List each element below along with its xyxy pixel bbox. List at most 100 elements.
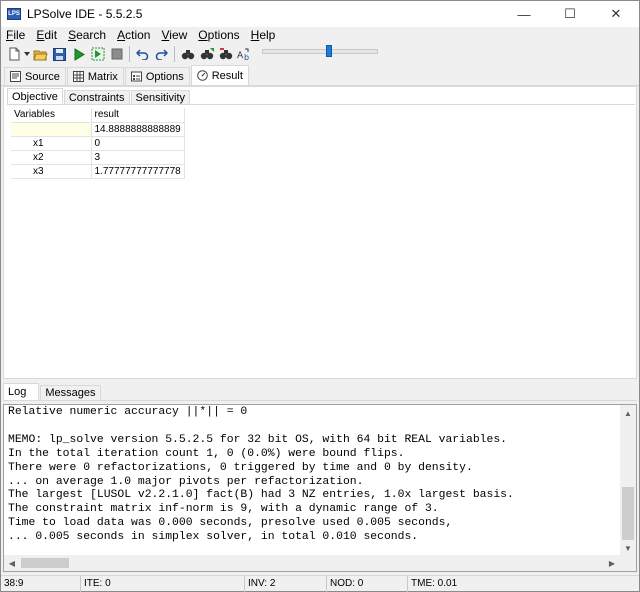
toolbar: Ab <box>1 43 639 65</box>
main-tab-bar: Source Matrix Options Result <box>1 65 639 86</box>
variable-value-cell[interactable]: 3 <box>91 150 185 165</box>
menu-options-mnemonic: O <box>198 28 208 42</box>
result-panel: Objective Constraints Sensitivity Variab… <box>3 86 637 379</box>
status-inv: INV: 2 <box>245 575 327 592</box>
vertical-scrollbar[interactable]: ▲ ▼ <box>620 405 636 556</box>
tab-matrix[interactable]: Matrix <box>66 67 124 85</box>
scroll-right-icon[interactable]: ▶ <box>604 555 620 571</box>
find-icon[interactable] <box>178 45 197 63</box>
slider-thumb[interactable] <box>326 45 332 57</box>
menu-options[interactable]: Options <box>193 28 245 42</box>
log-line: The constraint matrix inf-norm is 9, wit… <box>8 503 439 516</box>
tab-messages[interactable]: Messages <box>40 385 101 400</box>
open-folder-icon[interactable] <box>31 45 50 63</box>
objective-value-cell[interactable]: 14.8888888888889 <box>91 122 185 137</box>
step-icon[interactable] <box>88 45 107 63</box>
log-line: Relative numeric accuracy ||*|| = 0 <box>8 406 248 418</box>
menu-edit[interactable]: Edit <box>31 28 63 42</box>
redo-icon[interactable] <box>152 45 171 63</box>
header-variables: Variables <box>11 108 92 123</box>
variable-value-cell[interactable]: 0 <box>91 136 185 151</box>
app-icon: LPS <box>7 8 21 20</box>
log-line: In the total iteration count 1, 0 (0.0%)… <box>8 447 405 460</box>
menu-options-label: ptions <box>207 28 240 42</box>
new-file-icon[interactable] <box>4 45 23 63</box>
tab-objective[interactable]: Objective <box>7 88 63 105</box>
log-text[interactable]: Relative numeric accuracy ||*|| = 0 MEMO… <box>8 406 618 545</box>
options-icon <box>130 71 142 82</box>
stop-icon[interactable] <box>107 45 126 63</box>
objective-name-cell[interactable] <box>11 122 92 137</box>
menu-help-label: elp <box>259 28 276 42</box>
svg-text:A: A <box>237 51 244 61</box>
log-line: ... on average 1.0 major pivots per refa… <box>8 475 364 488</box>
menu-bar: File Edit Search Action View Options Hel… <box>1 27 639 43</box>
objective-row[interactable]: 14.8888888888889 <box>11 122 185 137</box>
log-line: ... 0.005 seconds in simplex solver, in … <box>8 531 419 544</box>
result-grid: Variables result 14.8888888888889 x1 0 x… <box>11 108 185 179</box>
minimize-button[interactable]: — <box>501 1 547 27</box>
tab-result-label: Result <box>211 69 243 82</box>
zoom-slider[interactable] <box>262 45 378 63</box>
tab-constraints[interactable]: Constraints <box>63 90 130 105</box>
header-result: result <box>91 108 185 123</box>
log-line: Time to load data was 0.000 seconds, pre… <box>8 517 453 530</box>
undo-icon[interactable] <box>133 45 152 63</box>
matrix-icon <box>72 71 84 82</box>
table-row[interactable]: x2 3 <box>11 150 185 165</box>
scroll-corner <box>620 555 636 571</box>
log-area[interactable]: Relative numeric accuracy ||*|| = 0 MEMO… <box>3 404 637 572</box>
status-tme: TME: 0.01 <box>411 578 458 589</box>
title-bar[interactable]: LPS LPSolve IDE - 5.5.2.5 — ☐ ✕ <box>1 1 639 27</box>
horizontal-scroll-thumb[interactable] <box>21 558 69 568</box>
tab-sensitivity[interactable]: Sensitivity <box>130 90 191 105</box>
log-line: There were 0 refactorizations, 0 trigger… <box>8 461 473 474</box>
run-icon[interactable] <box>69 45 88 63</box>
log-line: MEMO: lp_solve version 5.5.2.5 for 32 bi… <box>8 433 507 446</box>
scroll-left-icon[interactable]: ◀ <box>4 555 20 571</box>
menu-edit-label: dit <box>44 28 58 42</box>
goto-icon[interactable]: Ab <box>235 45 254 63</box>
close-button[interactable]: ✕ <box>593 1 639 27</box>
save-icon[interactable] <box>50 45 69 63</box>
variable-name-cell[interactable]: x2 <box>11 150 92 165</box>
vertical-scroll-thumb[interactable] <box>622 487 634 540</box>
variable-value-cell[interactable]: 1.77777777777778 <box>91 164 185 179</box>
window-title: LPSolve IDE - 5.5.2.5 <box>27 7 143 21</box>
menu-view[interactable]: View <box>156 28 193 42</box>
tab-log[interactable]: Log <box>3 383 40 400</box>
log-line: The largest [LUSOL v2.2.1.0] fact(B) had… <box>8 489 514 502</box>
tab-options-label: Options <box>145 70 184 83</box>
dropdown-arrow-icon[interactable] <box>23 45 31 63</box>
window-controls: — ☐ ✕ <box>501 1 639 27</box>
variable-name-cell[interactable]: x1 <box>11 136 92 151</box>
result-sub-tab-bar: Objective Constraints Sensitivity <box>7 88 191 105</box>
scroll-down-icon[interactable]: ▼ <box>620 540 636 556</box>
tab-result[interactable]: Result <box>190 65 249 85</box>
table-row[interactable]: x3 1.77777777777778 <box>11 164 185 179</box>
menu-search-mnemonic: S <box>68 28 77 42</box>
replace-icon[interactable] <box>216 45 235 63</box>
menu-search[interactable]: Search <box>63 28 112 42</box>
status-nod: NOD: 0 <box>327 575 408 592</box>
horizontal-scrollbar[interactable]: ◀ ▶ <box>4 555 636 571</box>
grid-header-row: Variables result <box>11 108 185 123</box>
status-position: 38:9 <box>1 575 81 592</box>
maximize-button[interactable]: ☐ <box>547 1 593 27</box>
tab-options[interactable]: Options <box>124 67 190 85</box>
sub-tab-divider <box>7 104 635 105</box>
find-next-icon[interactable] <box>197 45 216 63</box>
variable-name-cell[interactable]: x3 <box>11 164 92 179</box>
menu-help[interactable]: Help <box>246 28 282 42</box>
menu-action[interactable]: Action <box>112 28 156 42</box>
menu-action-label: ction <box>125 28 151 42</box>
lpsolve-window: LPS LPSolve IDE - 5.5.2.5 — ☐ ✕ File Edi… <box>0 0 640 592</box>
source-icon <box>10 71 21 82</box>
menu-file-label: ile <box>13 28 26 42</box>
scroll-up-icon[interactable]: ▲ <box>620 405 636 421</box>
status-bar: 38:9 ITE: 0 INV: 2 NOD: 0 TME: 0.01 <box>1 575 639 592</box>
table-row[interactable]: x1 0 <box>11 136 185 151</box>
menu-file[interactable]: File <box>1 28 31 42</box>
tab-source[interactable]: Source <box>4 67 66 85</box>
